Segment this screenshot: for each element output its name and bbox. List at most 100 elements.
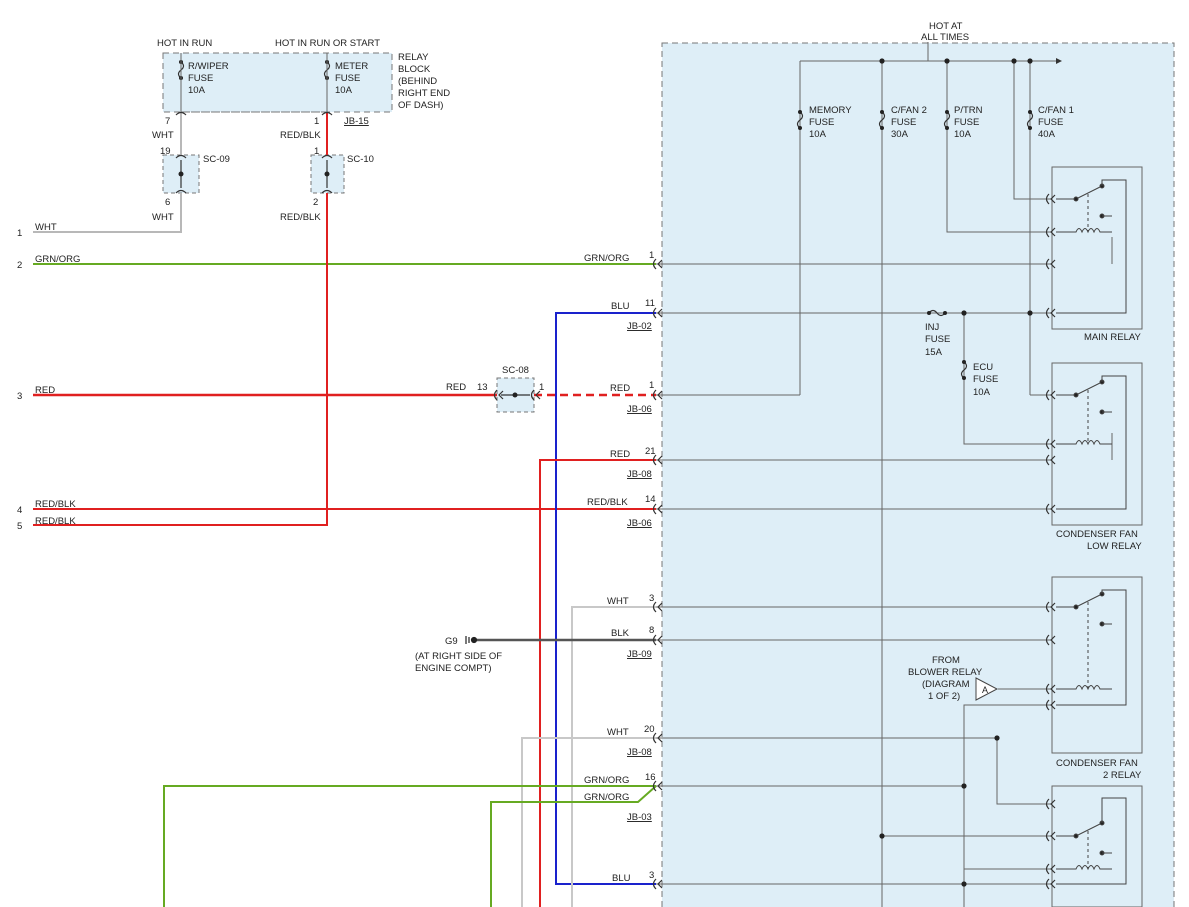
fuse-inj-label: FUSE bbox=[925, 334, 950, 345]
sc09-wire-top: WHT bbox=[152, 130, 174, 141]
sc08-pin-right: 1 bbox=[539, 382, 544, 393]
conn-9-wire: GRN/ORG bbox=[584, 792, 629, 803]
ground-icon bbox=[465, 636, 478, 644]
fuse-memory-label: FUSE bbox=[809, 117, 834, 128]
conn-0-wire: GRN/ORG bbox=[584, 253, 629, 264]
conn-2-conn: JB-06 bbox=[627, 404, 652, 415]
fuse-cfan1-amp: 40A bbox=[1038, 129, 1056, 140]
conn-0-pin: 1 bbox=[649, 250, 654, 261]
relay-element bbox=[1073, 392, 1079, 398]
conn-4-wire: RED/BLK bbox=[587, 497, 628, 508]
left-wire-5-label: RED/BLK bbox=[35, 516, 76, 527]
wiring-diagram: A HOT IN RUN HOT IN RUN OR START HOT AT … bbox=[17, 21, 1175, 907]
meter-fuse-name: METER bbox=[335, 61, 368, 72]
meter-fuse-label: FUSE bbox=[335, 73, 360, 84]
wire-red-blk-vertical bbox=[33, 193, 328, 526]
blower-ref-3: (DIAGRAM bbox=[922, 679, 970, 690]
pin-wiper: 7 bbox=[165, 116, 170, 127]
sc10-pin-bottom: 2 bbox=[313, 197, 318, 208]
conn-4-pin: 14 bbox=[645, 494, 656, 505]
fuse-cfan2-label: FUSE bbox=[891, 117, 916, 128]
conn-1-conn: JB-02 bbox=[627, 321, 652, 332]
meter-fuse-amp: 10A bbox=[335, 85, 353, 96]
sc09-pin-bottom: 6 bbox=[165, 197, 170, 208]
relay-fan2-label-1: CONDENSER FAN bbox=[1056, 758, 1138, 769]
fuse-cfan2-amp: 30A bbox=[891, 129, 909, 140]
left-wire-1-label: WHT bbox=[35, 222, 57, 233]
left-wire-4-num: 4 bbox=[17, 505, 22, 516]
blower-ref-1: FROM bbox=[932, 655, 960, 666]
relay-block-title-3: (BEHIND bbox=[398, 76, 437, 87]
conn-5-wire: WHT bbox=[607, 596, 629, 607]
conn-7-conn: JB-08 bbox=[627, 747, 652, 758]
relay-low-label-1: CONDENSER FAN bbox=[1056, 529, 1138, 540]
wiper-fuse-amp: 10A bbox=[188, 85, 206, 96]
conn-2-wire: RED bbox=[610, 383, 630, 394]
conn-3-pin: 21 bbox=[645, 446, 656, 457]
conn-6-conn: JB-09 bbox=[627, 649, 652, 660]
ground-name: G9 bbox=[445, 636, 458, 647]
left-wire-5-num: 5 bbox=[17, 521, 22, 532]
fuse-cfan2-name: C/FAN 2 bbox=[891, 105, 927, 116]
fuse-ecu-amp: 10A bbox=[973, 387, 991, 398]
conn-6-wire: BLK bbox=[611, 628, 630, 639]
conn-7-wire: WHT bbox=[607, 727, 629, 738]
sc10-pin-top: 1 bbox=[314, 146, 319, 157]
pin-meter: 1 bbox=[314, 116, 319, 127]
left-wire-1-num: 1 bbox=[17, 228, 22, 239]
conn-7-pin: 20 bbox=[644, 724, 655, 735]
sc08-wire-label: RED bbox=[446, 382, 466, 393]
hot-in-run-label: HOT IN RUN bbox=[157, 38, 212, 49]
wiper-fuse-label: FUSE bbox=[188, 73, 213, 84]
fuse-memory-name: MEMORY bbox=[809, 105, 852, 116]
fuse-cfan1-label: FUSE bbox=[1038, 117, 1063, 128]
relay-fan2-label-2: 2 RELAY bbox=[1103, 770, 1142, 781]
conn-3-wire: RED bbox=[610, 449, 630, 460]
wiper-fuse-name: R/WIPER bbox=[188, 61, 229, 72]
relay-element bbox=[1073, 833, 1079, 839]
conn-10-pin: 3 bbox=[649, 870, 654, 881]
ground-location-2: ENGINE COMPT) bbox=[415, 663, 492, 674]
sc08-name: SC-08 bbox=[502, 365, 529, 376]
left-wire-3-label: RED bbox=[35, 385, 55, 396]
hot-in-run-or-start-label: HOT IN RUN OR START bbox=[275, 38, 380, 49]
fuse-memory-amp: 10A bbox=[809, 129, 827, 140]
conn-8-pin: 16 bbox=[645, 772, 656, 783]
junction-box-area bbox=[661, 42, 1175, 907]
relay-element bbox=[1073, 604, 1079, 610]
sc09-wire-bottom: WHT bbox=[152, 212, 174, 223]
conn-6-pin: 8 bbox=[649, 625, 654, 636]
blower-ref-2: BLOWER RELAY bbox=[908, 667, 983, 678]
fuse-ptrn-name: P/TRN bbox=[954, 105, 983, 116]
hot-at-label-2: ALL TIMES bbox=[921, 32, 969, 43]
conn-1-wire: BLU bbox=[611, 301, 630, 312]
conn-4-conn: JB-06 bbox=[627, 518, 652, 529]
conn-2-pin: 1 bbox=[649, 380, 654, 391]
sc10-name: SC-10 bbox=[347, 154, 374, 165]
sc10-wire-top: RED/BLK bbox=[280, 130, 321, 141]
left-wire-2-label: GRN/ORG bbox=[35, 254, 80, 265]
sc09-pin-top: 19 bbox=[160, 146, 171, 157]
blower-ref-4: 1 OF 2) bbox=[928, 691, 960, 702]
conn-8-wire: GRN/ORG bbox=[584, 775, 629, 786]
conn-1-pin: 11 bbox=[645, 298, 655, 309]
left-wire-4-label: RED/BLK bbox=[35, 499, 76, 510]
wire-grn-org-b bbox=[490, 785, 657, 907]
left-wire-3-num: 3 bbox=[17, 391, 22, 402]
fuse-inj-amp: 15A bbox=[925, 347, 943, 358]
relay-block-title-2: BLOCK bbox=[398, 64, 431, 75]
relay-block-title-5: OF DASH) bbox=[398, 100, 443, 111]
relay-low-label-2: LOW RELAY bbox=[1087, 541, 1142, 552]
sc10-wire-bottom: RED/BLK bbox=[280, 212, 321, 223]
sc08-pin-left: 13 bbox=[477, 382, 488, 393]
conn-3-conn: JB-08 bbox=[627, 469, 652, 480]
fuse-ecu-label: FUSE bbox=[973, 374, 998, 385]
conn-10-wire: BLU bbox=[612, 873, 631, 884]
relay-block-title-4: RIGHT END bbox=[398, 88, 450, 99]
blower-ref-marker: A bbox=[982, 685, 988, 695]
hot-at-label-1: HOT AT bbox=[929, 21, 963, 32]
relay-block-connector: JB-15 bbox=[344, 116, 369, 127]
conn-5-pin: 3 bbox=[649, 593, 654, 604]
relay-main-label: MAIN RELAY bbox=[1084, 332, 1142, 343]
fuse-inj-name: INJ bbox=[925, 322, 940, 333]
